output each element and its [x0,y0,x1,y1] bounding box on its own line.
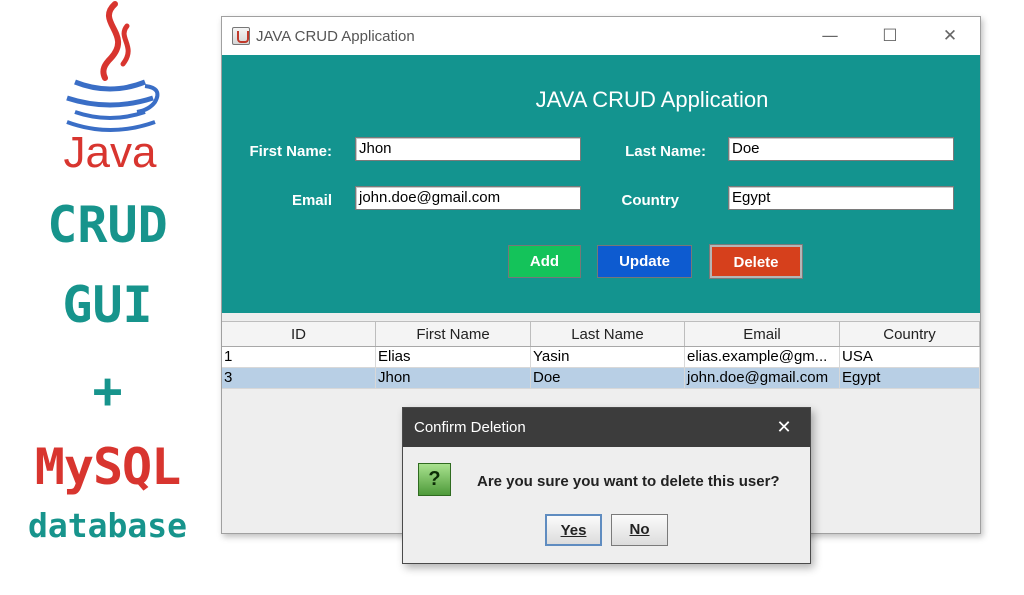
close-icon[interactable]: ✕ [930,23,970,49]
country-input[interactable]: Egypt [728,186,954,210]
yes-button[interactable]: Yes [545,514,602,546]
email-input[interactable]: john.doe@gmail.com [355,186,581,210]
question-icon: ? [418,463,451,496]
column-header-last-name[interactable]: Last Name [531,322,685,346]
confirm-deletion-dialog: Confirm Deletion ✕ ? Are you sure you wa… [402,407,811,564]
first-name-label: First Name: [249,143,332,160]
no-button[interactable]: No [611,514,668,546]
dialog-message: Are you sure you want to delete this use… [477,473,780,490]
column-header-country[interactable]: Country [840,322,980,346]
minimize-icon[interactable]: — [810,23,850,49]
java-coffee-cup-icon: Java [45,0,175,190]
email-label: Email [291,192,332,209]
java-wordmark: Java [63,128,157,177]
cell-id: 1 [222,347,376,367]
java-app-icon [232,27,250,45]
window-titlebar[interactable]: JAVA CRUD Application — ☐ ✕ [222,17,980,55]
banner-crud-text: CRUD [47,196,168,254]
add-button[interactable]: Add [508,245,581,278]
last-name-label: Last Name: [625,143,706,160]
banner-database-text: database [28,506,187,545]
form-heading: JAVA CRUD Application [535,87,769,112]
column-header-first-name[interactable]: First Name [376,322,531,346]
users-table: ID First Name Last Name Email Country 1 … [222,321,980,389]
country-label: Country [621,192,680,209]
dialog-close-icon[interactable]: ✕ [771,415,797,441]
delete-button[interactable]: Delete [709,244,803,279]
form-panel: JAVA CRUD Application First Name: Jhon L… [222,55,980,313]
maximize-icon[interactable]: ☐ [870,23,910,49]
banner-gui-text: GUI [62,276,153,334]
banner-mysql-text: MySQL [34,438,182,496]
cell-last-name: Doe [531,368,685,388]
cell-country: Egypt [840,368,980,388]
dialog-title: Confirm Deletion [414,419,526,436]
column-header-id[interactable]: ID [222,322,376,346]
update-button[interactable]: Update [597,245,692,278]
last-name-input[interactable]: Doe [728,137,954,161]
first-name-input[interactable]: Jhon [355,137,581,161]
table-row[interactable]: 1 Elias Yasin elias.example@gm... USA [222,347,980,368]
table-row-selected[interactable]: 3 Jhon Doe john.doe@gmail.com Egypt [222,368,980,389]
cell-email: john.doe@gmail.com [685,368,840,388]
table-header: ID First Name Last Name Email Country [222,321,980,347]
cell-email: elias.example@gm... [685,347,840,367]
cell-last-name: Yasin [531,347,685,367]
promo-banner: Java CRUD GUI + MySQL database [0,0,215,595]
window-title: JAVA CRUD Application [256,28,415,45]
dialog-titlebar[interactable]: Confirm Deletion ✕ [403,408,810,447]
cell-id: 3 [222,368,376,388]
cell-first-name: Jhon [376,368,531,388]
banner-plus-text: + [92,362,123,420]
column-header-email[interactable]: Email [685,322,840,346]
cell-country: USA [840,347,980,367]
cell-first-name: Elias [376,347,531,367]
